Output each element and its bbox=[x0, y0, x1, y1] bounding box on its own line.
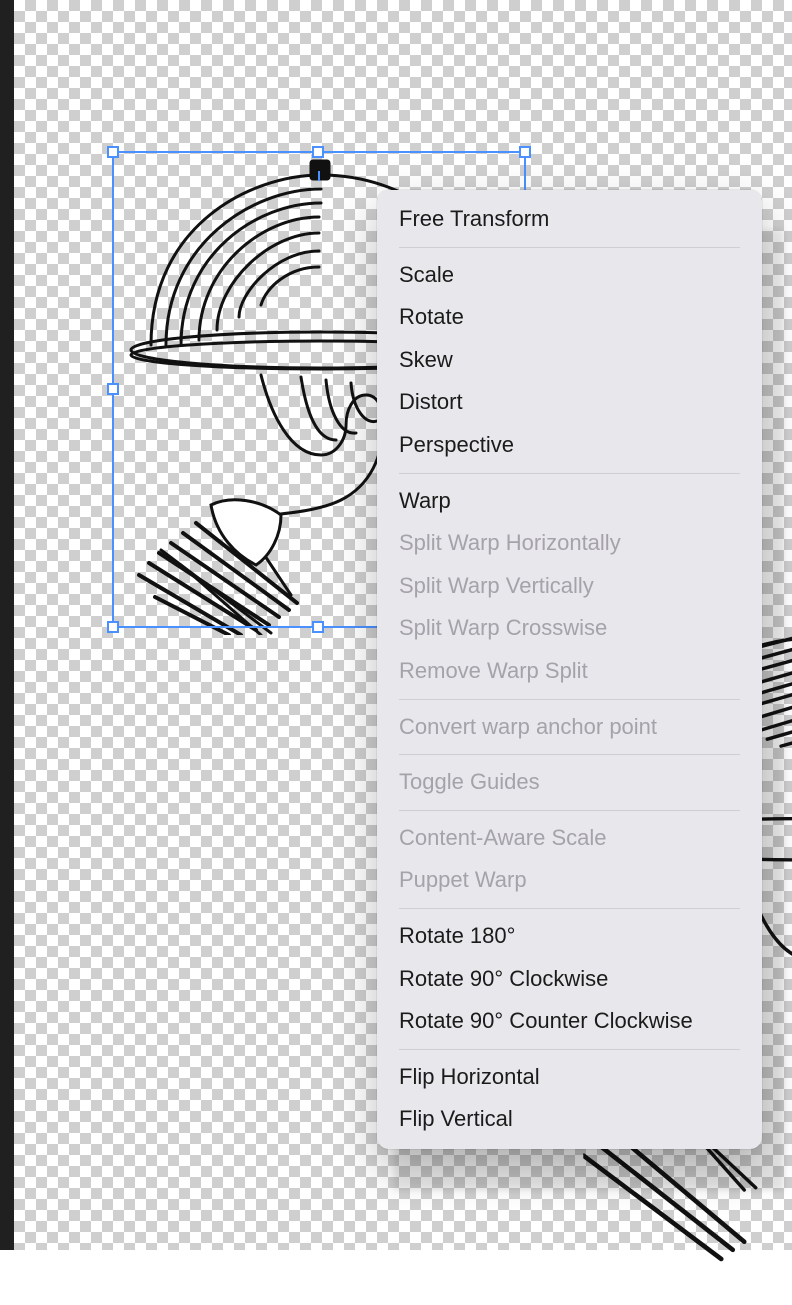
menu-split-warp-crosswise: Split Warp Crosswise bbox=[377, 607, 762, 650]
menu-skew[interactable]: Skew bbox=[377, 339, 762, 382]
menu-separator bbox=[399, 908, 740, 909]
menu-separator bbox=[399, 754, 740, 755]
menu-split-warp-vertically: Split Warp Vertically bbox=[377, 565, 762, 608]
menu-flip-horizontal[interactable]: Flip Horizontal bbox=[377, 1056, 762, 1099]
menu-puppet-warp: Puppet Warp bbox=[377, 859, 762, 902]
transform-handle-top-middle[interactable] bbox=[312, 146, 324, 158]
menu-scale[interactable]: Scale bbox=[377, 254, 762, 297]
transform-rotate-pivot-mark bbox=[318, 171, 320, 181]
menu-perspective[interactable]: Perspective bbox=[377, 424, 762, 467]
menu-remove-warp-split: Remove Warp Split bbox=[377, 650, 762, 693]
menu-flip-vertical[interactable]: Flip Vertical bbox=[377, 1098, 762, 1141]
menu-separator bbox=[399, 1049, 740, 1050]
menu-separator bbox=[399, 699, 740, 700]
checkerboard-canvas[interactable]: Free Transform ScaleRotateSkewDistortPers… bbox=[14, 0, 792, 1250]
transform-context-menu: Free Transform ScaleRotateSkewDistortPers… bbox=[377, 190, 762, 1149]
menu-rotate[interactable]: Rotate bbox=[377, 296, 762, 339]
menu-separator bbox=[399, 247, 740, 248]
transform-handle-bottom-middle[interactable] bbox=[312, 621, 324, 633]
menu-rotate-90-cw[interactable]: Rotate 90° Clockwise bbox=[377, 958, 762, 1001]
menu-separator bbox=[399, 810, 740, 811]
menu-separator bbox=[399, 473, 740, 474]
transform-handle-top-left[interactable] bbox=[107, 146, 119, 158]
menu-toggle-guides: Toggle Guides bbox=[377, 761, 762, 804]
menu-rotate-180[interactable]: Rotate 180° bbox=[377, 915, 762, 958]
menu-rotate-90-ccw[interactable]: Rotate 90° Counter Clockwise bbox=[377, 1000, 762, 1043]
transform-handle-top-right[interactable] bbox=[519, 146, 531, 158]
menu-free-transform[interactable]: Free Transform bbox=[377, 198, 762, 241]
menu-distort[interactable]: Distort bbox=[377, 381, 762, 424]
window-left-edge bbox=[0, 0, 14, 1250]
menu-content-aware-scale: Content-Aware Scale bbox=[377, 817, 762, 860]
menu-convert-warp-anchor-point: Convert warp anchor point bbox=[377, 706, 762, 749]
transform-handle-bottom-left[interactable] bbox=[107, 621, 119, 633]
transform-handle-middle-left[interactable] bbox=[107, 383, 119, 395]
menu-split-warp-horizontally: Split Warp Horizontally bbox=[377, 522, 762, 565]
menu-warp[interactable]: Warp bbox=[377, 480, 762, 523]
